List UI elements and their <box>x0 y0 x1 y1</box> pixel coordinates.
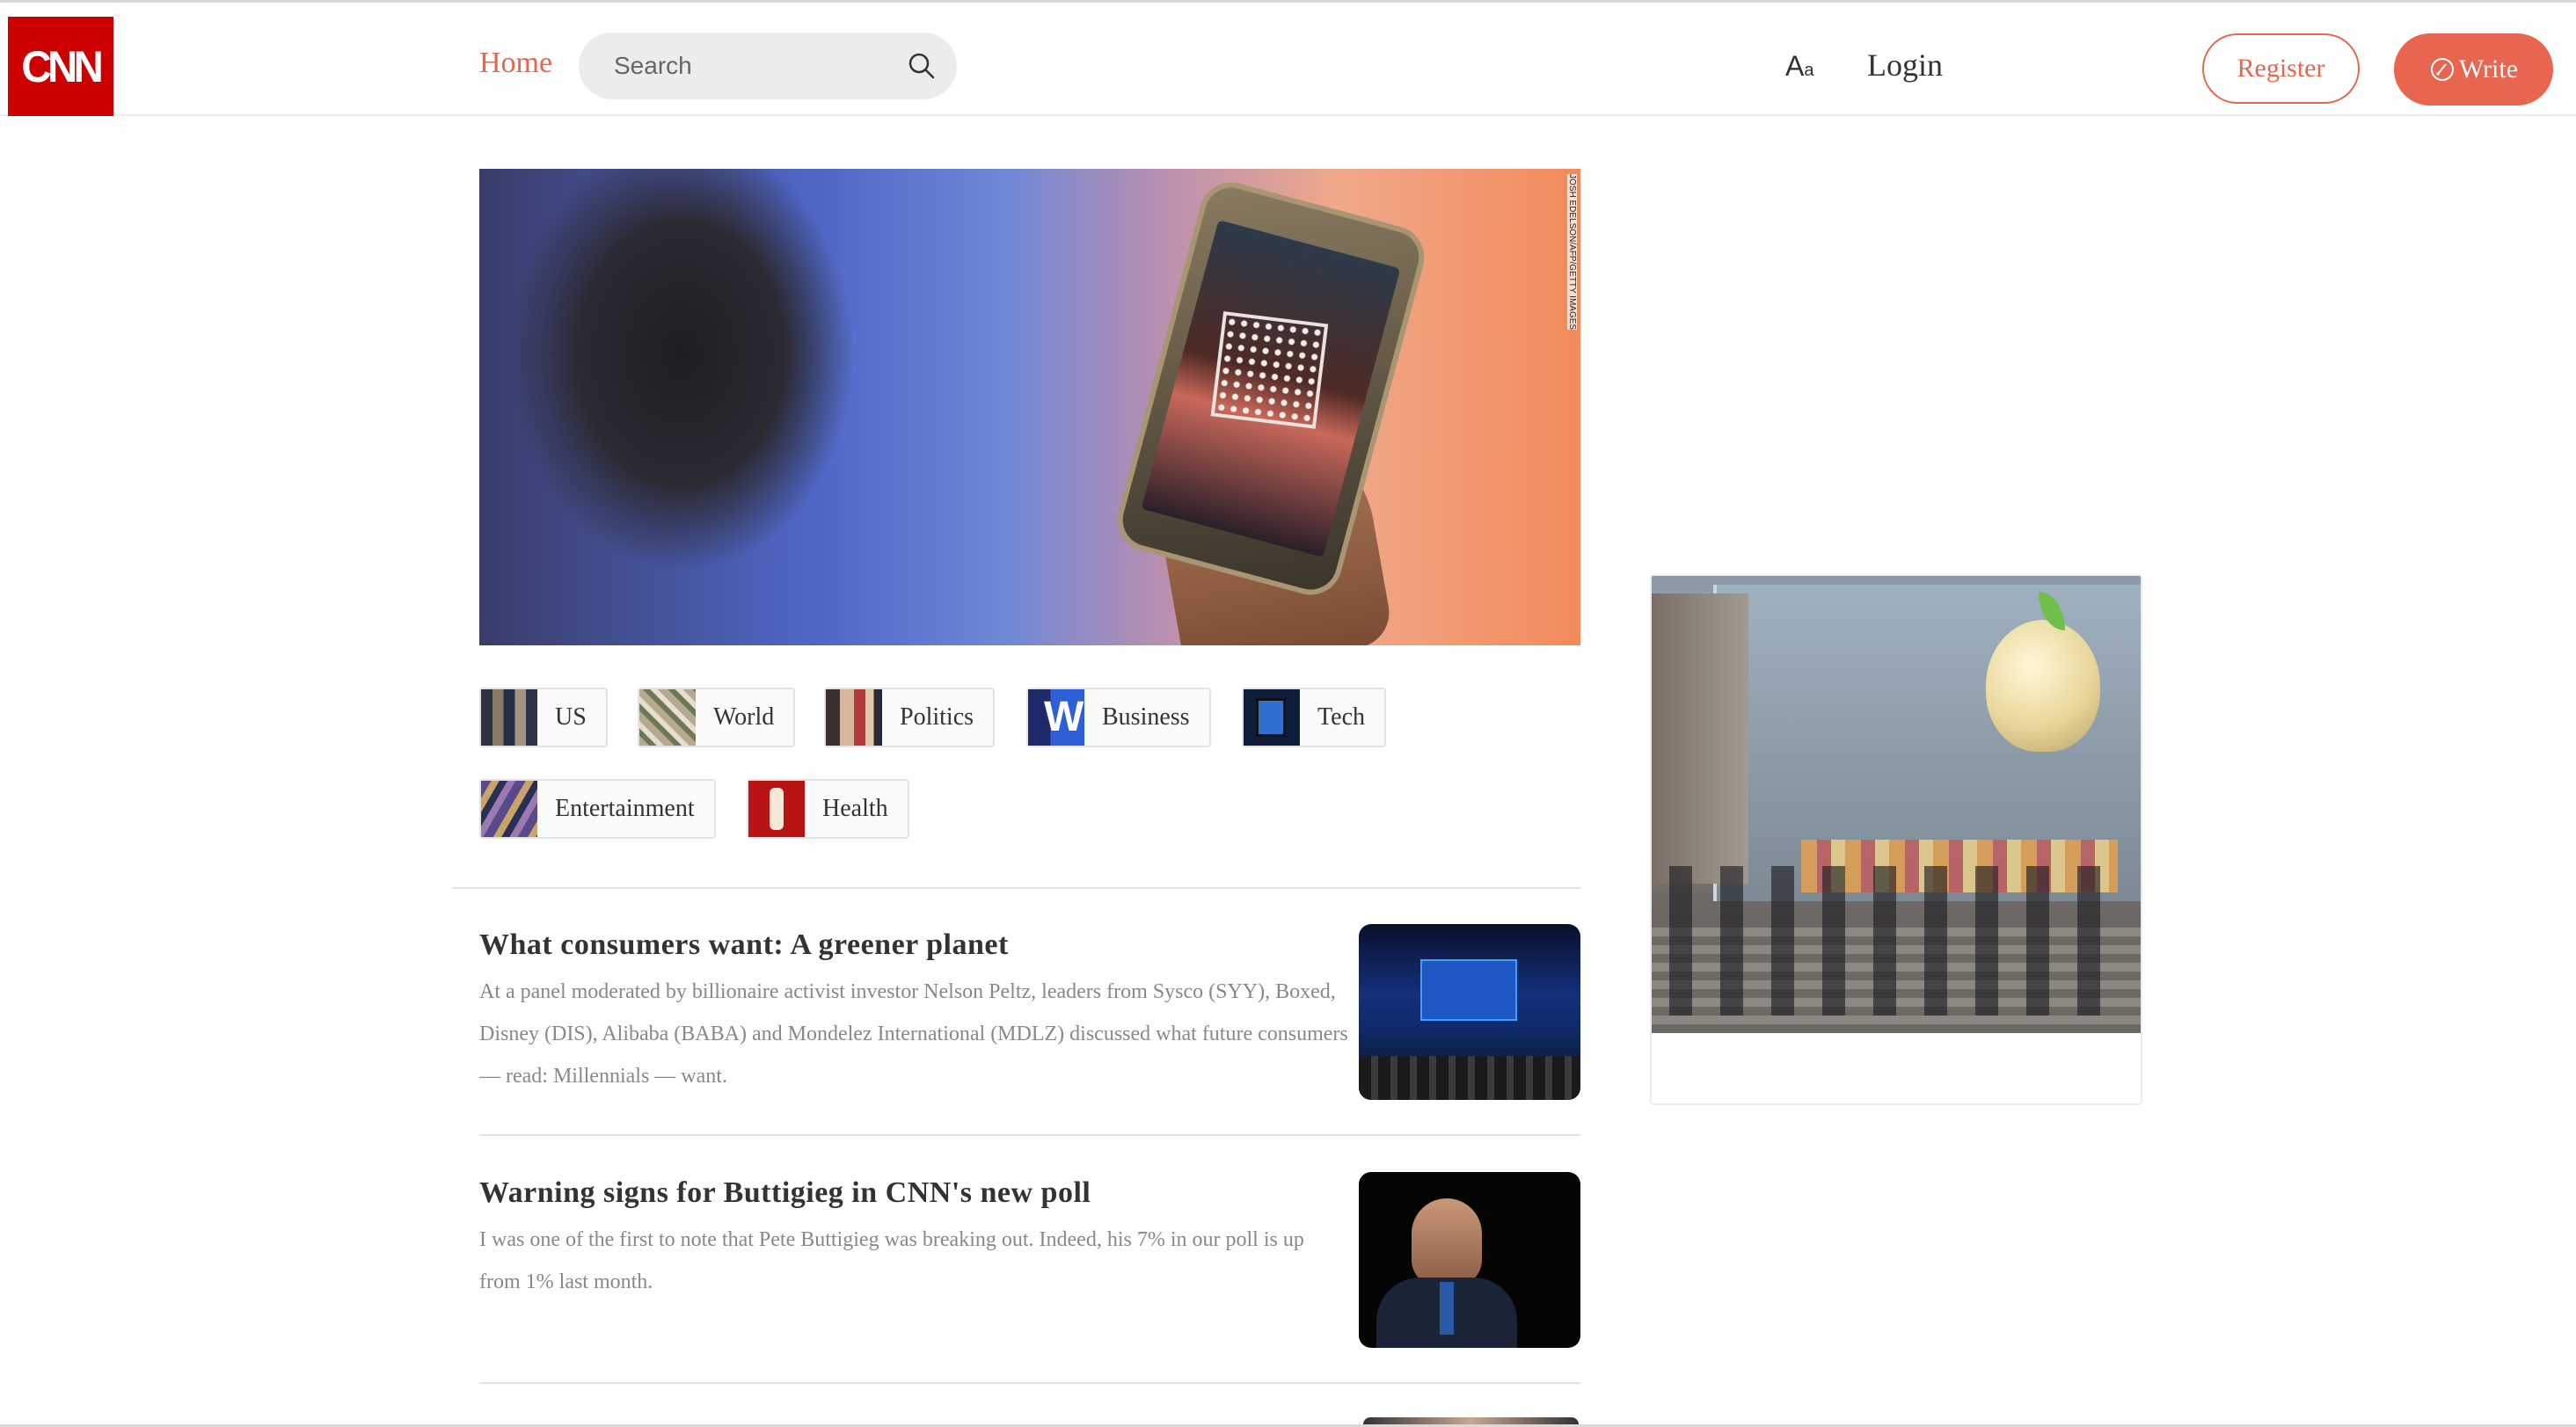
category-chip-us[interactable]: US <box>479 688 608 747</box>
article-title[interactable]: Warning signs for Buttigieg in CNN's new… <box>479 1176 1091 1210</box>
category-thumb <box>826 689 882 746</box>
photo-credit: JOSH EDELSON/AFP/GETTY IMAGES <box>1567 174 1577 331</box>
search-icon[interactable] <box>906 50 938 82</box>
apple-logo-icon <box>1986 620 2100 752</box>
category-thumb <box>481 689 537 746</box>
category-chip-business[interactable]: W Business <box>1026 688 1211 747</box>
speaker-tie <box>1440 1282 1454 1335</box>
article-divider <box>479 1134 1580 1136</box>
article-divider <box>479 1382 1580 1384</box>
article-description: I was one of the first to note that Pete… <box>479 1228 1304 1293</box>
register-button[interactable]: Register <box>2202 33 2360 104</box>
site-header: CNN Home Aa Login Register Write <box>0 3 2576 116</box>
stage-screen <box>1420 959 1517 1021</box>
write-button[interactable]: Write <box>2394 33 2553 106</box>
speaker-face <box>1412 1198 1482 1286</box>
article-thumbnail[interactable] <box>1359 924 1580 1100</box>
search-bar <box>579 33 957 99</box>
article-thumbnail[interactable] <box>1359 1172 1580 1348</box>
category-thumb <box>481 781 537 837</box>
side-card[interactable] <box>1650 574 2142 1105</box>
phone-graphic <box>1116 181 1426 596</box>
category-thumb <box>639 689 696 746</box>
category-thumb: W <box>1028 689 1084 746</box>
nav-home-link[interactable]: Home <box>479 47 552 80</box>
category-chip-tech[interactable]: Tech <box>1242 688 1387 747</box>
category-thumb <box>1244 689 1300 746</box>
login-link[interactable]: Login <box>1867 47 1943 84</box>
font-size-icon[interactable]: Aa <box>1785 50 1813 83</box>
category-chip-entertainment[interactable]: Entertainment <box>479 779 716 839</box>
hero-image[interactable]: JOSH EDELSON/AFP/GETTY IMAGES <box>479 169 1580 645</box>
article-title[interactable]: What consumers want: A greener planet <box>479 928 1009 962</box>
category-chip-politics[interactable]: Politics <box>824 688 996 747</box>
category-thumb <box>748 781 805 837</box>
category-chip-world[interactable]: World <box>638 688 796 747</box>
audience <box>1359 1056 1580 1100</box>
cnn-logo[interactable]: CNN <box>8 17 113 116</box>
edit-icon <box>2430 58 2454 81</box>
search-input[interactable] <box>614 48 878 84</box>
section-divider <box>453 887 1580 889</box>
category-chip-health[interactable]: Health <box>747 779 909 839</box>
article-description: At a panel moderated by billionaire acti… <box>479 980 1348 1088</box>
apple-store-image <box>1652 576 2141 1033</box>
